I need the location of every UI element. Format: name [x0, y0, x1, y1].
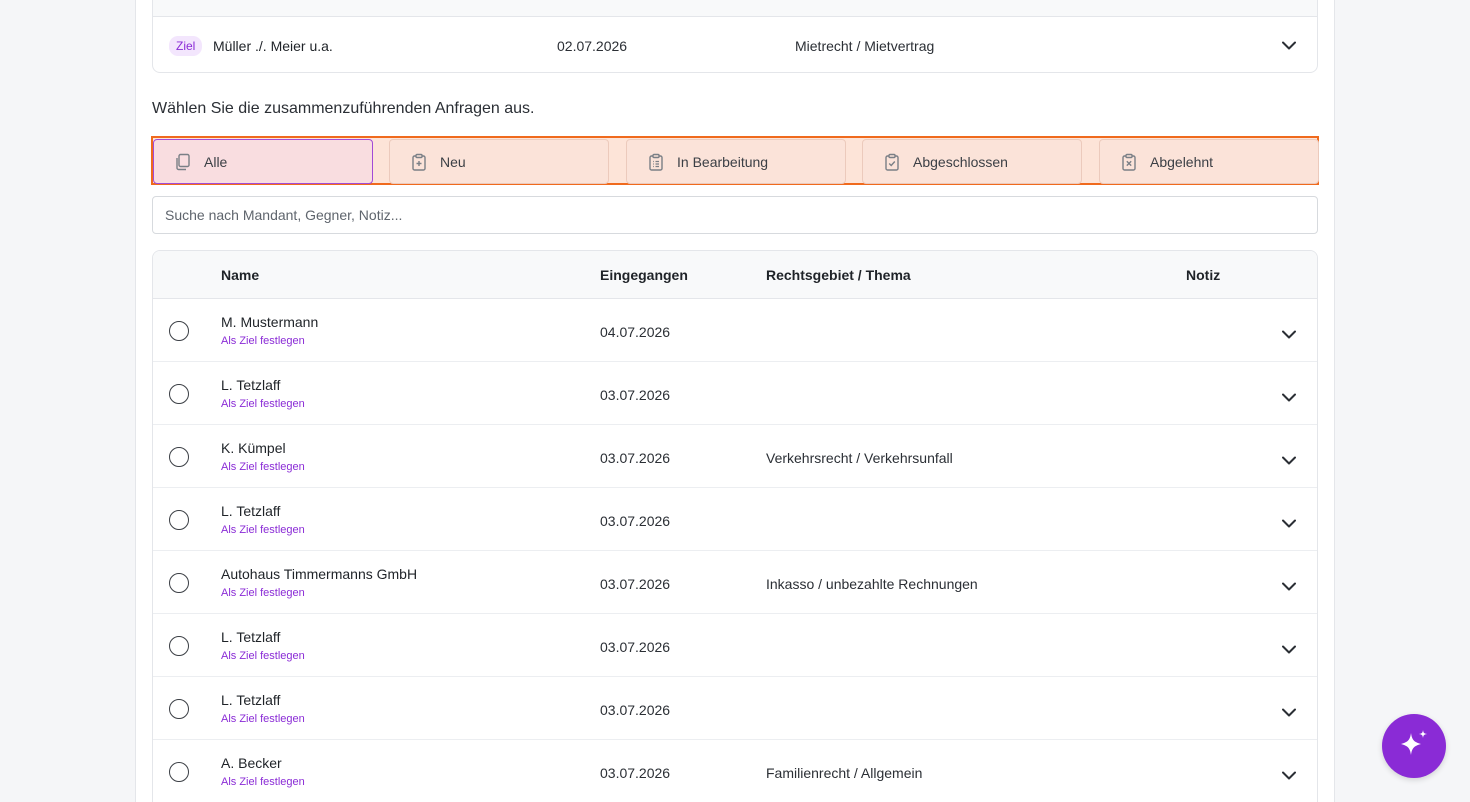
column-header-name[interactable]: Name [221, 267, 259, 283]
select-radio[interactable] [169, 636, 189, 656]
set-as-target-link[interactable]: Als Ziel festlegen [221, 776, 305, 788]
table-row[interactable]: A. Becker Als Ziel festlegen 03.07.2026 … [153, 740, 1317, 802]
row-area: Familienrecht / Allgemein [766, 765, 923, 781]
row-area: Verkehrsrecht / Verkehrsunfall [766, 450, 953, 466]
set-as-target-link[interactable]: Als Ziel festlegen [221, 587, 305, 599]
row-date: 03.07.2026 [600, 387, 671, 403]
select-radio[interactable] [169, 573, 189, 593]
row-date: 03.07.2026 [600, 576, 671, 592]
table-row[interactable]: M. Mustermann Als Ziel festlegen 04.07.2… [153, 299, 1317, 362]
filter-rejected-label: Abgelehnt [1150, 153, 1214, 170]
target-area: Mietrecht / Mietvertrag [795, 38, 935, 54]
row-name: A. Becker [221, 755, 282, 771]
column-header-area[interactable]: Rechtsgebiet / Thema [766, 267, 911, 283]
row-name: Autohaus Timmermanns GmbH [221, 566, 418, 582]
table-row[interactable]: Autohaus Timmermanns GmbH Als Ziel festl… [153, 551, 1317, 614]
row-date: 03.07.2026 [600, 513, 671, 529]
select-radio[interactable] [169, 321, 189, 341]
table-row[interactable]: L. Tetzlaff Als Ziel festlegen 03.07.202… [153, 362, 1317, 425]
merge-panel: Ziel Müller ./. Meier u.a. 02.07.2026 Mi… [135, 0, 1335, 802]
table-row[interactable]: L. Tetzlaff Als Ziel festlegen 03.07.202… [153, 488, 1317, 551]
filter-all-label: Alle [204, 153, 228, 170]
copy-icon [174, 153, 192, 171]
row-date: 04.07.2026 [600, 324, 671, 340]
set-as-target-link[interactable]: Als Ziel festlegen [221, 713, 305, 725]
row-name: K. Kümpel [221, 440, 286, 456]
chevron-down-icon[interactable] [1282, 767, 1296, 785]
target-request-card: Ziel Müller ./. Meier u.a. 02.07.2026 Mi… [152, 0, 1318, 73]
select-radio[interactable] [169, 762, 189, 782]
row-area: Inkasso / unbezahlte Rechnungen [766, 576, 978, 592]
target-date: 02.07.2026 [557, 38, 628, 54]
row-date: 03.07.2026 [600, 702, 671, 718]
table-row[interactable]: K. Kümpel Als Ziel festlegen 03.07.2026 … [153, 425, 1317, 488]
chevron-down-icon[interactable] [1282, 578, 1296, 596]
set-as-target-link[interactable]: Als Ziel festlegen [221, 335, 305, 347]
row-date: 03.07.2026 [600, 450, 671, 466]
row-name: L. Tetzlaff [221, 692, 281, 708]
row-name: M. Mustermann [221, 314, 319, 330]
search-input[interactable] [152, 196, 1318, 234]
filter-new-label: Neu [440, 153, 466, 170]
row-name: L. Tetzlaff [221, 629, 281, 645]
filter-in-progress-label: In Bearbeitung [677, 153, 769, 170]
target-name: Müller ./. Meier u.a. [213, 38, 333, 54]
chevron-down-icon[interactable] [1282, 389, 1296, 407]
row-date: 03.07.2026 [600, 765, 671, 781]
row-date: 03.07.2026 [600, 639, 671, 655]
filter-rejected-button[interactable]: Abgelehnt [1099, 139, 1319, 184]
select-radio[interactable] [169, 447, 189, 467]
set-as-target-link[interactable]: Als Ziel festlegen [221, 398, 305, 410]
target-request-row[interactable]: Ziel Müller ./. Meier u.a. 02.07.2026 Mi… [153, 18, 1317, 72]
clipboard-check-icon [883, 153, 901, 171]
column-header-received[interactable]: Eingegangen [600, 267, 688, 283]
filter-completed-button[interactable]: Abgeschlossen [862, 139, 1082, 184]
ai-assistant-button[interactable] [1382, 714, 1446, 778]
status-filter-bar: Alle Neu In Bearbeitung Abgeschlossen Ab… [151, 136, 1319, 185]
filter-completed-label: Abgeschlossen [913, 153, 1008, 170]
row-name: L. Tetzlaff [221, 503, 281, 519]
table-row[interactable]: L. Tetzlaff Als Ziel festlegen 03.07.202… [153, 614, 1317, 677]
set-as-target-link[interactable]: Als Ziel festlegen [221, 524, 305, 536]
chevron-down-icon[interactable] [1282, 41, 1296, 50]
clipboard-x-icon [1120, 153, 1138, 171]
table-header: Name Eingegangen Rechtsgebiet / Thema No… [153, 251, 1317, 299]
column-header-note[interactable]: Notiz [1186, 267, 1220, 283]
table-row[interactable]: L. Tetzlaff Als Ziel festlegen 03.07.202… [153, 677, 1317, 740]
set-as-target-link[interactable]: Als Ziel festlegen [221, 461, 305, 473]
chevron-down-icon[interactable] [1282, 515, 1296, 533]
clipboard-plus-icon [410, 153, 428, 171]
select-radio[interactable] [169, 384, 189, 404]
filter-in-progress-button[interactable]: In Bearbeitung [626, 139, 846, 184]
target-card-header [153, 0, 1317, 17]
select-radio[interactable] [169, 510, 189, 530]
filter-all-button[interactable]: Alle [153, 139, 373, 184]
chevron-down-icon[interactable] [1282, 704, 1296, 722]
row-name: L. Tetzlaff [221, 377, 281, 393]
set-as-target-link[interactable]: Als Ziel festlegen [221, 650, 305, 662]
filter-new-button[interactable]: Neu [389, 139, 609, 184]
instruction-text: Wählen Sie die zusammenzuführenden Anfra… [152, 100, 535, 117]
chevron-down-icon[interactable] [1282, 326, 1296, 344]
sparkles-icon [1397, 727, 1431, 766]
target-badge: Ziel [169, 36, 203, 56]
requests-table: Name Eingegangen Rechtsgebiet / Thema No… [152, 250, 1318, 802]
select-radio[interactable] [169, 699, 189, 719]
chevron-down-icon[interactable] [1282, 641, 1296, 659]
chevron-down-icon[interactable] [1282, 452, 1296, 470]
clipboard-list-icon [647, 153, 665, 171]
